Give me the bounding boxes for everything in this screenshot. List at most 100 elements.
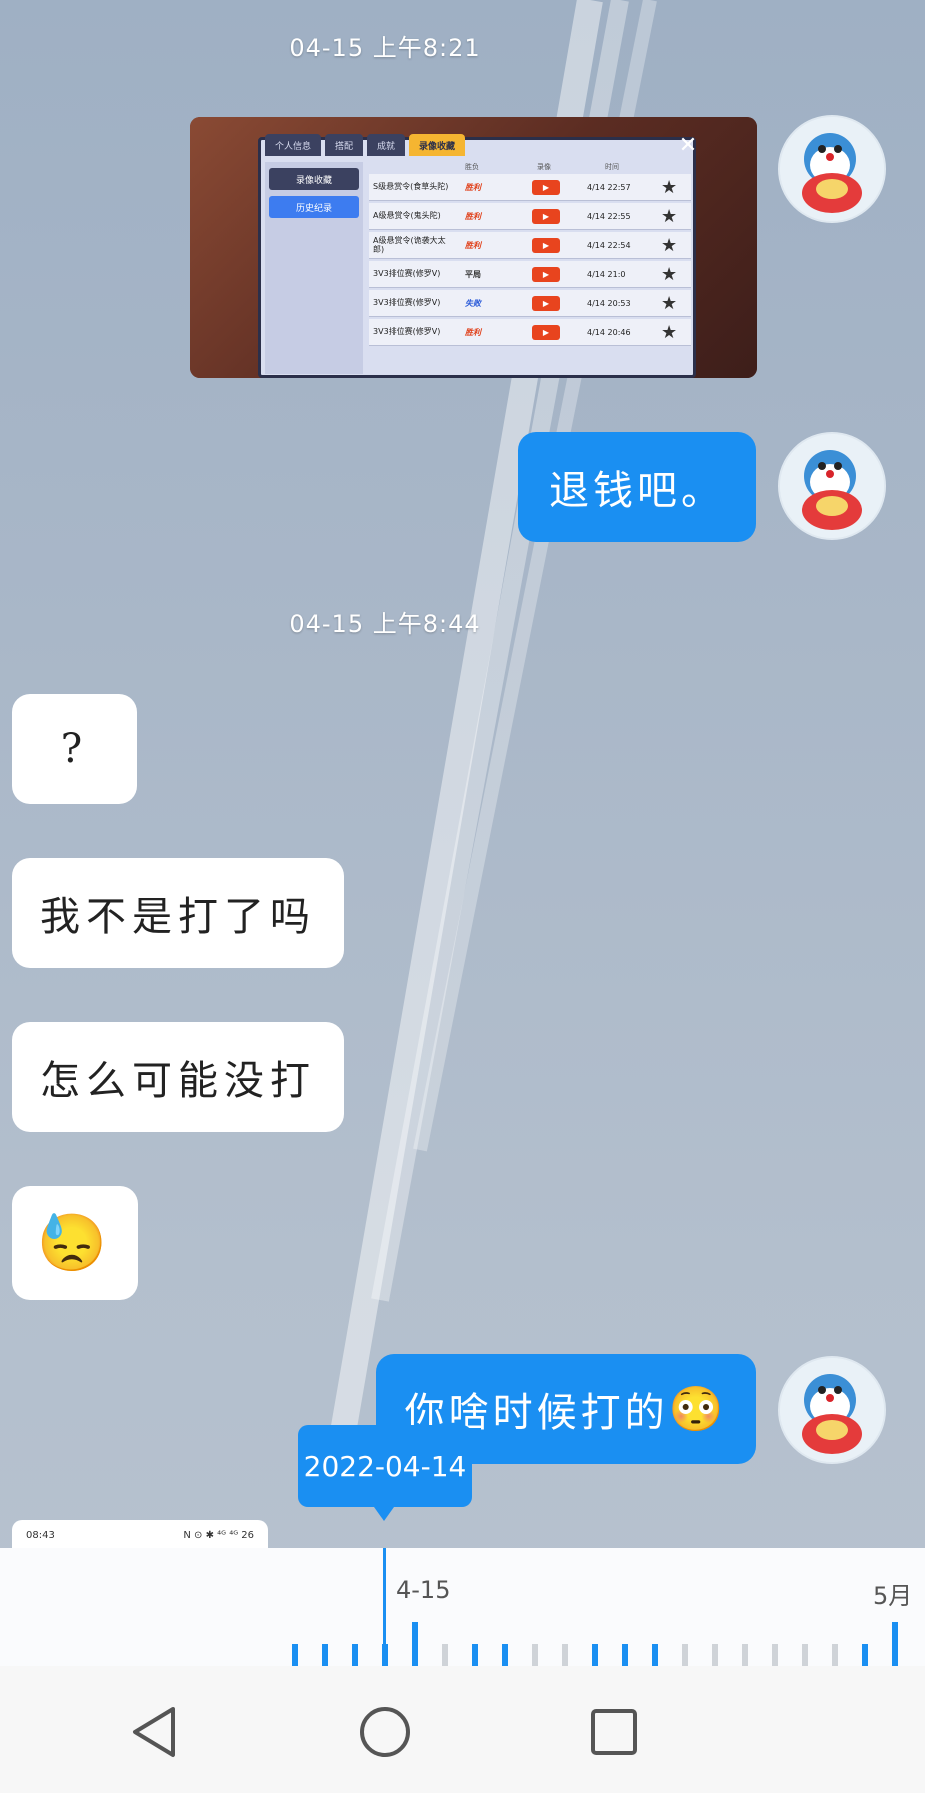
play-icon: ▶ — [532, 238, 560, 253]
timeline-tick — [322, 1644, 328, 1666]
match-result: 平局 — [465, 270, 481, 279]
sweat-emoji-icon: 😓 — [37, 1211, 113, 1276]
match-result: 胜利 — [465, 212, 481, 221]
play-icon: ▶ — [532, 180, 560, 195]
replay-row: 3V3排位赛(修罗V) 平局 ▶ 4/14 21:0 ★ — [369, 261, 691, 288]
panel-sidebar: 录像收藏 历史纪录 — [265, 162, 363, 374]
message-bubble-in[interactable]: ? — [12, 694, 137, 804]
table-header: 胜负 录像 时间 — [369, 162, 691, 174]
match-result: 胜利 — [465, 183, 481, 192]
tab-profile: 个人信息 — [265, 134, 322, 156]
recents-icon — [591, 1709, 637, 1755]
timestamp: 04-15 上午8:21 — [289, 34, 481, 62]
doraemon-avatar-icon — [780, 1358, 884, 1462]
match-time: 4/14 22:54 — [587, 241, 631, 250]
back-button[interactable] — [124, 1702, 184, 1762]
star-icon: ★ — [661, 322, 678, 343]
col-time: 时间 — [605, 163, 619, 171]
replay-row: A级悬赏令(诡袭大太郎) 胜利 ▶ 4/14 22:54 ★ — [369, 232, 691, 259]
match-name: A级悬赏令(鬼头陀) — [373, 211, 441, 221]
col-result: 胜负 — [465, 163, 479, 171]
match-time: 4/14 22:57 — [587, 183, 631, 192]
match-time: 4/14 21:0 — [587, 270, 626, 279]
message-bubble-in[interactable]: 怎么可能没打 — [12, 1022, 344, 1132]
confused-emoji-icon: 😳 — [668, 1384, 728, 1435]
timeline-tick — [772, 1644, 778, 1666]
message-bubble-out[interactable]: 退钱吧。 — [518, 432, 756, 542]
tab-replays: 录像收藏 — [409, 134, 466, 156]
col-video: 录像 — [537, 163, 551, 171]
back-icon — [133, 1707, 175, 1757]
play-icon: ▶ — [532, 209, 560, 224]
timeline-tick — [352, 1644, 358, 1666]
timeline-tick — [412, 1622, 418, 1666]
avatar[interactable] — [778, 1356, 886, 1464]
play-icon: ▶ — [532, 325, 560, 340]
match-time: 4/14 22:55 — [587, 212, 631, 221]
timeline-tick — [382, 1644, 388, 1666]
doraemon-avatar-icon — [780, 117, 884, 221]
side-button-replays: 录像收藏 — [269, 168, 359, 190]
tab-achievements: 成就 — [367, 134, 406, 156]
match-time: 4/14 20:46 — [587, 328, 631, 337]
play-icon: ▶ — [532, 296, 560, 311]
preview-time: 08:43 — [26, 1529, 55, 1541]
timeline-tick — [832, 1644, 838, 1666]
timeline-tick — [622, 1644, 628, 1666]
emoji-message[interactable]: 😓 — [12, 1186, 138, 1300]
preview-status: N ⊙ ✱ ⁴ᴳ ⁴ᴳ 26 — [183, 1529, 254, 1541]
timeline-tick — [562, 1644, 568, 1666]
replay-row: 3V3排位赛(修罗V) 失败 ▶ 4/14 20:53 ★ — [369, 290, 691, 317]
timeline-tick — [502, 1644, 508, 1666]
avatar[interactable] — [778, 432, 886, 540]
replay-panel: 个人信息 搭配 成就 录像收藏 ✕ 录像收藏 历史纪录 胜负 录像 时间 S级悬… — [258, 133, 697, 378]
replay-rows: S级悬赏令(食草头陀) 胜利 ▶ 4/14 22:57 ★ A级悬赏令(鬼头陀) 胜利 ▶ 4/… — [369, 174, 691, 348]
match-result: 胜利 — [465, 241, 481, 250]
image-message-preview[interactable]: 08:43 N ⊙ ✱ ⁴ᴳ ⁴ᴳ 26 — [12, 1520, 268, 1550]
star-icon: ★ — [661, 293, 678, 314]
close-icon: ✕ — [678, 132, 698, 158]
play-icon: ▶ — [532, 267, 560, 282]
match-result: 失败 — [465, 299, 481, 308]
timeline-tick — [862, 1644, 868, 1666]
timeline-label-next: 5月 — [873, 1582, 913, 1610]
timestamp: 04-15 上午8:44 — [289, 610, 481, 638]
replay-row: S级悬赏令(食草头陀) 胜利 ▶ 4/14 22:57 ★ — [369, 174, 691, 201]
match-result: 胜利 — [465, 328, 481, 337]
match-name: 3V3排位赛(修罗V) — [373, 327, 441, 337]
timeline-tick — [682, 1644, 688, 1666]
star-icon: ★ — [661, 264, 678, 285]
star-icon: ★ — [661, 206, 678, 227]
date-popup: 2022-04-14 — [298, 1425, 472, 1521]
panel-tabs: 个人信息 搭配 成就 录像收藏 — [261, 134, 693, 160]
timeline-tick — [802, 1644, 808, 1666]
home-icon — [360, 1707, 410, 1757]
timeline-tick — [292, 1644, 298, 1666]
star-icon: ★ — [661, 235, 678, 256]
system-navigation-bar — [0, 1666, 925, 1793]
replay-row: A级悬赏令(鬼头陀) 胜利 ▶ 4/14 22:55 ★ — [369, 203, 691, 230]
star-icon: ★ — [661, 177, 678, 198]
avatar[interactable] — [778, 115, 886, 223]
match-name: S级悬赏令(食草头陀) — [373, 182, 449, 192]
doraemon-avatar-icon — [780, 434, 884, 538]
home-button[interactable] — [355, 1702, 415, 1762]
timeline-tick — [742, 1644, 748, 1666]
match-name: 3V3排位赛(修罗V) — [373, 298, 441, 308]
match-name: 3V3排位赛(修罗V) — [373, 269, 441, 279]
match-name: A级悬赏令(诡袭大太郎) — [373, 235, 446, 254]
match-time: 4/14 20:53 — [587, 299, 631, 308]
timeline-tick — [892, 1622, 898, 1666]
timeline-tick — [592, 1644, 598, 1666]
timeline-tick — [712, 1644, 718, 1666]
message-bubble-in[interactable]: 我不是打了吗 — [12, 858, 344, 968]
timeline-tick — [442, 1644, 448, 1666]
timeline-tick — [472, 1644, 478, 1666]
timeline-tick — [532, 1644, 538, 1666]
tab-loadout: 搭配 — [325, 134, 364, 156]
image-message[interactable]: 个人信息 搭配 成就 录像收藏 ✕ 录像收藏 历史纪录 胜负 录像 时间 S级悬… — [190, 117, 757, 378]
side-button-history: 历史纪录 — [269, 196, 359, 218]
recents-button[interactable] — [584, 1702, 644, 1762]
date-timeline-scrubber[interactable]: 4-15 5月 — [0, 1548, 925, 1666]
replay-row: 3V3排位赛(修罗V) 胜利 ▶ 4/14 20:46 ★ — [369, 319, 691, 346]
